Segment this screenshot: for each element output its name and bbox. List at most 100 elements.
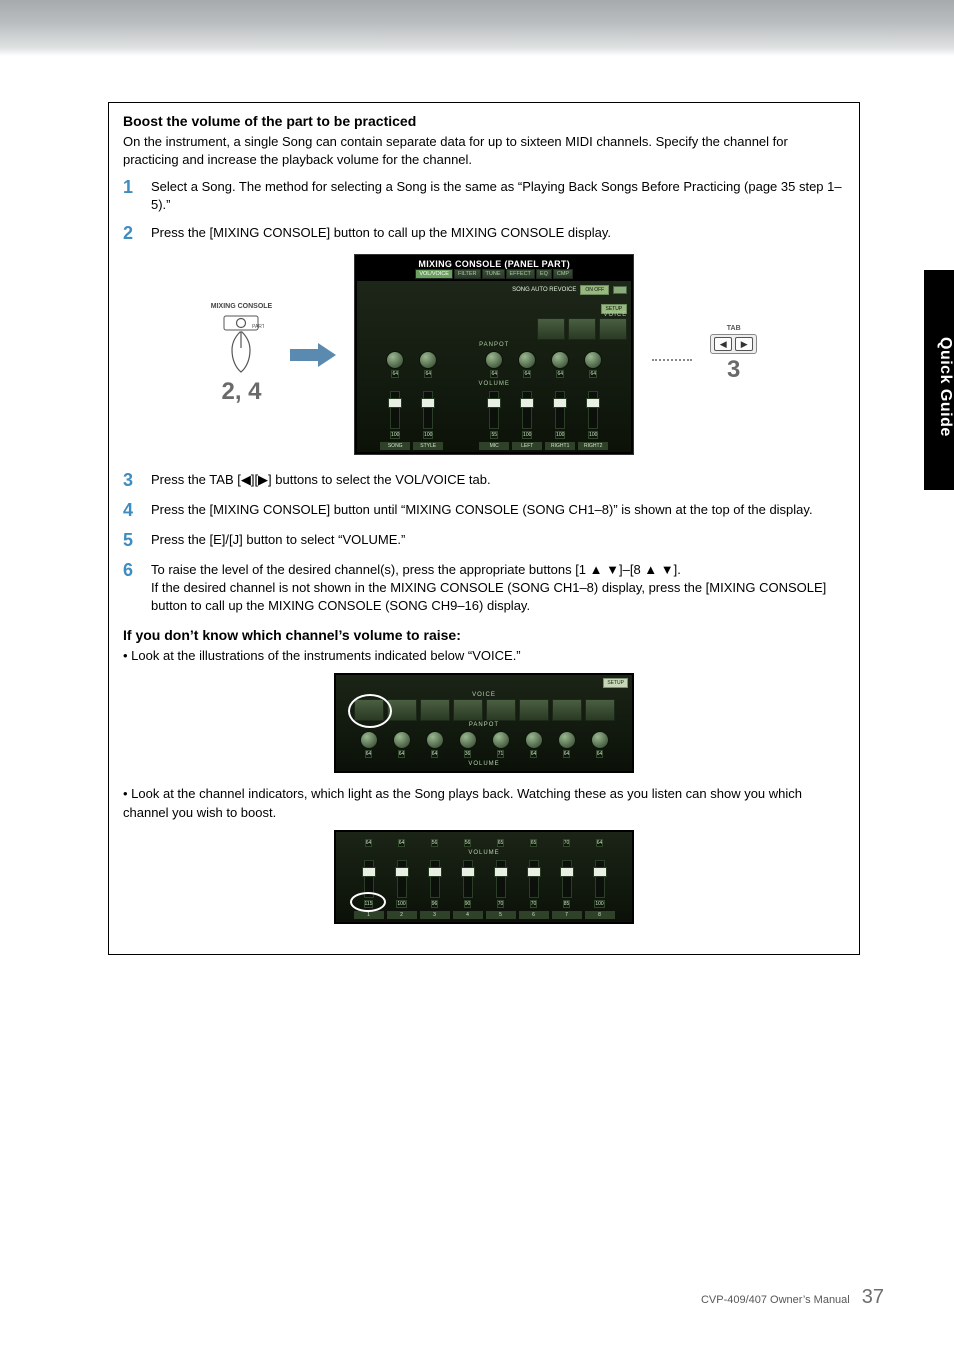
section-intro: On the instrument, a single Song can con… (123, 133, 845, 168)
channel-number: 7 (552, 911, 582, 919)
hand-button-illustration: MIXING CONSOLE PART 2, 4 (211, 303, 272, 406)
volume-fader-icon (496, 860, 506, 898)
volume-fader-icon (555, 391, 565, 429)
volume-value: 100 (594, 900, 604, 908)
console-footer-labels: SONG STYLE MIC LEFT RIGHT1 RIGHT2 (361, 442, 627, 450)
pan-knob-icon (525, 731, 543, 749)
console-tab: EFFECT (506, 269, 535, 279)
console-title: MIXING CONSOLE (PANEL PART) (357, 257, 631, 269)
mixing-console-screenshot: MIXING CONSOLE (PANEL PART) VOL/VOICE FI… (354, 254, 634, 455)
pan-value: 64 (431, 750, 439, 758)
footer-chip: RIGHT2 (578, 442, 608, 450)
step-text: Press the TAB [◀][▶] buttons to select t… (151, 471, 845, 489)
arrow-right-icon (290, 343, 336, 367)
footer-chip-blank (446, 442, 476, 450)
volume-strip-screenshot: 64 64 56 56 65 65 70 64 VOLUME 115 100 9… (334, 830, 634, 924)
pan-value: 64 (424, 370, 432, 378)
top-value: 70 (563, 839, 571, 847)
pan-value: 64 (530, 750, 538, 758)
steps-list: 1 Select a Song. The method for selectin… (123, 178, 845, 244)
pan-knob-icon (386, 351, 404, 369)
volume-value: 70 (497, 900, 505, 908)
pan-knob-icon (492, 731, 510, 749)
volume-value: 100 (522, 431, 532, 439)
volume-value: 100 (555, 431, 565, 439)
pan-value: 64 (365, 750, 373, 758)
volume-fader-icon (562, 860, 572, 898)
on-off-chip: ON OFF (580, 285, 609, 295)
pan-knob-icon (584, 351, 602, 369)
pan-value: 64 (556, 370, 564, 378)
step-number: 4 (123, 501, 139, 521)
volume-fader-icon (463, 860, 473, 898)
pan-value: 64 (523, 370, 531, 378)
bullet-2: • Look at the channel indicators, which … (123, 785, 845, 821)
content-box: Boost the volume of the part to be pract… (108, 102, 860, 955)
voice-instrument-icon (354, 699, 384, 721)
voice-instrument-icon (453, 699, 483, 721)
step-text: To raise the level of the desired channe… (151, 561, 845, 616)
step-text: Press the [E]/[J] button to select “VOLU… (151, 531, 845, 549)
pan-value: 64 (563, 750, 571, 758)
step-number: 6 (123, 561, 139, 581)
highlight-circle-icon (348, 694, 392, 728)
song-auto-revoice-row: SONG AUTO REVOICE ON OFF (361, 285, 627, 295)
page-footer: CVP-409/407 Owner’s Manual 37 (701, 1286, 884, 1309)
pan-knob-blank (452, 360, 470, 378)
tab-label: TAB (727, 325, 741, 332)
auto-revoice-label: SONG AUTO REVOICE (512, 287, 576, 293)
figure-row-main: MIXING CONSOLE PART 2, 4 MIXING CONSOLE … (123, 254, 845, 455)
volume-value: 85 (563, 900, 571, 908)
voice-box-icon (599, 318, 627, 340)
channel-number-row: 1 2 3 4 5 6 7 8 (340, 911, 628, 919)
panpot-knob-row: 64 64 64 36 71 64 64 64 (340, 731, 628, 758)
bullet-1: • Look at the illustrations of the instr… (123, 647, 845, 665)
voice-instrument-icon (486, 699, 516, 721)
volume-value: 100 (588, 431, 598, 439)
pan-knob-icon (393, 731, 411, 749)
volume-label: VOLUME (340, 850, 628, 856)
volume-fader-icon (397, 860, 407, 898)
pan-value: 64 (589, 370, 597, 378)
pan-knob-icon (551, 351, 569, 369)
channel-number: 5 (486, 911, 516, 919)
console-tab: FILTER (454, 269, 481, 279)
volume-fader-blank (456, 401, 466, 439)
voice-instrument-icon (585, 699, 615, 721)
step-text: Press the [MIXING CONSOLE] button to cal… (151, 224, 845, 242)
step-number: 2 (123, 224, 139, 244)
volume-fader-icon (423, 391, 433, 429)
volume-fader-icon (588, 391, 598, 429)
channel-number: 2 (387, 911, 417, 919)
quick-guide-tab: Quick Guide (924, 270, 954, 490)
volume-row-label: VOLUME (361, 381, 627, 387)
volume-fader-icon (522, 391, 532, 429)
volume-value: 96 (431, 900, 439, 908)
callout-3: 3 (727, 356, 740, 384)
top-value: 64 (398, 839, 406, 847)
dotted-leader-icon (652, 359, 692, 361)
svg-text:PART: PART (252, 324, 264, 330)
tab-buttons-illustration: TAB ◀ ▶ 3 (710, 325, 757, 384)
setup-chip: SETUP (603, 678, 628, 688)
panpot-row-label: PANPOT (361, 342, 627, 348)
highlight-circle-icon (350, 892, 386, 912)
pan-knob-icon (518, 351, 536, 369)
pan-value: 64 (596, 750, 604, 758)
volume-value: 70 (530, 900, 538, 908)
volume-fader-row: 100 100 55 100 100 100 (361, 390, 627, 439)
step-text: Press the [MIXING CONSOLE] button until … (151, 501, 845, 519)
console-tabs: VOL/VOICE FILTER TUNE EFFECT EQ CMP (357, 269, 631, 279)
voice-instrument-icon (420, 699, 450, 721)
volume-fader-icon (489, 391, 499, 429)
voice-strip-screenshot: SETUP VOICE PANPOT 64 64 64 36 (334, 673, 634, 773)
footer-chip: SONG (380, 442, 410, 450)
voice-row (340, 699, 628, 721)
channel-number: 6 (519, 911, 549, 919)
pan-value: 36 (464, 750, 472, 758)
channel-number: 4 (453, 911, 483, 919)
page-number: 37 (862, 1286, 884, 1309)
console-tab: CMP (553, 269, 573, 279)
steps-list-cont: 3 Press the TAB [◀][▶] buttons to select… (123, 471, 845, 615)
volume-fader-icon (595, 860, 605, 898)
